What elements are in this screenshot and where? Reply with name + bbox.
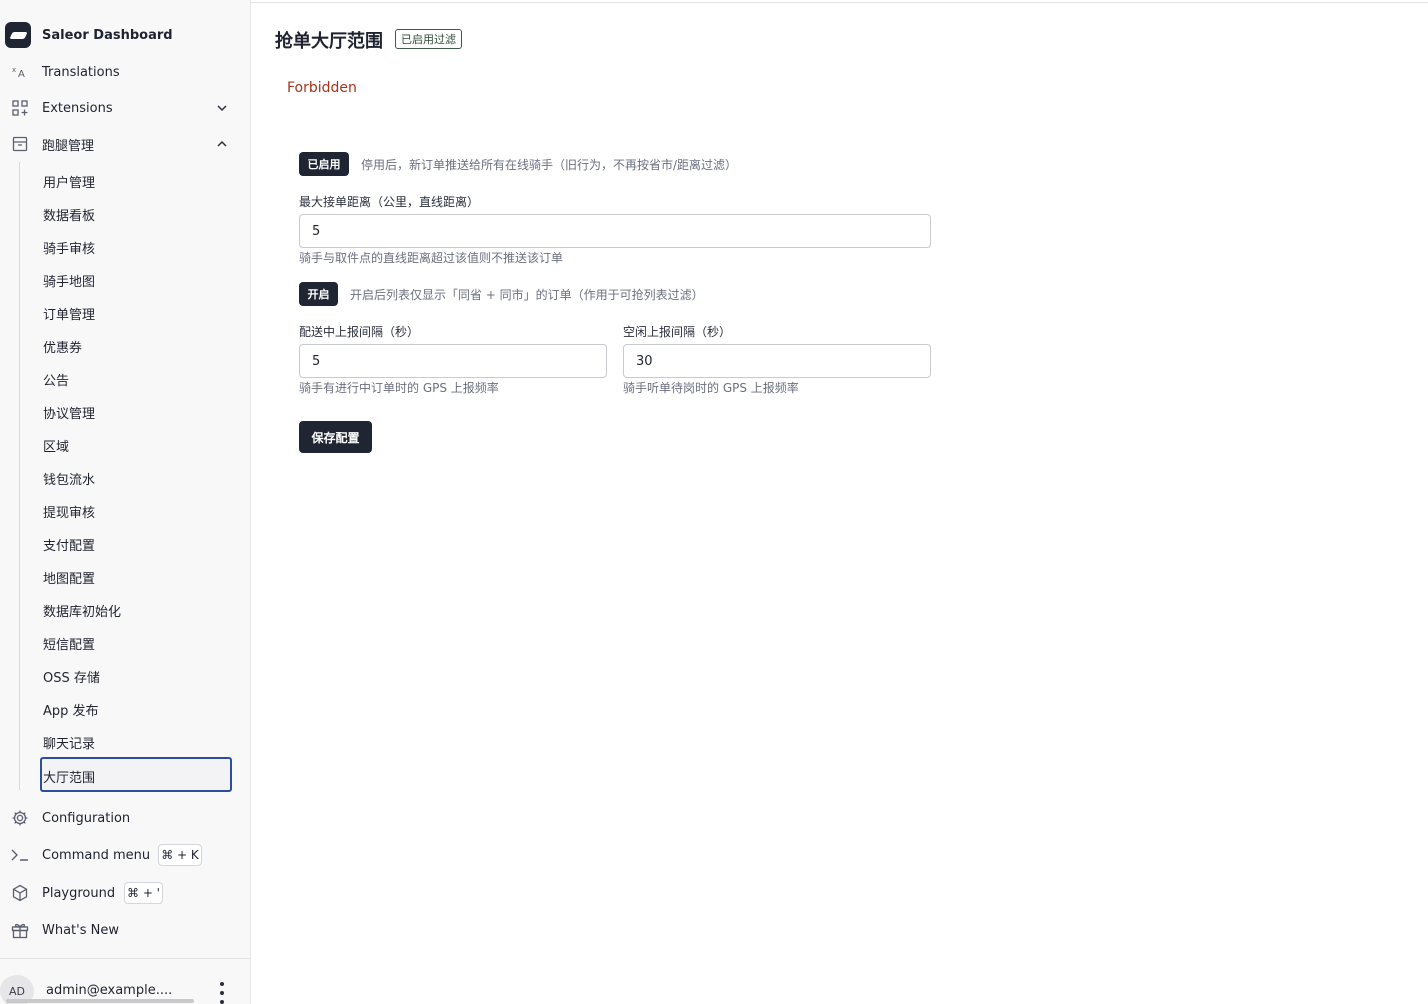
sidebar-subitem[interactable]: 优惠券 xyxy=(43,337,82,356)
same-city-toggle-button[interactable]: 开启 xyxy=(299,282,338,306)
user-email: admin@example.... xyxy=(46,983,173,998)
max-distance-label: 最大接单距离（公里，直线距离） xyxy=(299,195,480,209)
max-distance-help: 骑手与取件点的直线距离超过该值则不推送该订单 xyxy=(299,251,564,265)
sidebar-item-label: Translations xyxy=(42,64,120,80)
delivery-interval-label: 配送中上报间隔（秒） xyxy=(299,325,420,339)
delivery-interval-input[interactable] xyxy=(299,344,607,378)
sidebar-item-command-menu[interactable]: Command menu xyxy=(0,840,250,870)
delivery-interval-help: 骑手有进行中订单时的 GPS 上报频率 xyxy=(299,381,499,395)
save-button[interactable]: 保存配置 xyxy=(299,421,372,453)
sidebar-item-configuration[interactable]: Configuration xyxy=(0,803,250,833)
shortcut-badge: ⌘ + ' xyxy=(124,882,163,904)
chevron-down-icon[interactable] xyxy=(214,100,230,116)
page-title: 抢单大厅范围 xyxy=(275,31,383,52)
chevron-up-icon[interactable] xyxy=(214,136,230,152)
sidebar-subitem-active-label: 大厅范围 xyxy=(43,771,96,786)
more-vertical-icon[interactable] xyxy=(216,982,228,1004)
saleor-logo-icon xyxy=(5,22,31,48)
sidebar-subitem[interactable]: 数据看板 xyxy=(43,205,95,224)
brand-label: Saleor Dashboard xyxy=(42,27,173,43)
sidebar-subitem[interactable]: 区域 xyxy=(43,436,69,455)
sidebar-item-label: 跑腿管理 xyxy=(42,138,95,154)
sidebar-subitem[interactable]: 订单管理 xyxy=(43,304,95,323)
sidebar-subitem[interactable]: 协议管理 xyxy=(43,403,95,422)
sidebar-scrollbar[interactable] xyxy=(6,999,194,1003)
sidebar-brand[interactable]: Saleor Dashboard xyxy=(0,20,250,50)
sidebar-subitem[interactable]: 支付配置 xyxy=(43,535,95,554)
sidebar-item-label: Command menu xyxy=(42,847,151,863)
sidebar-subitem[interactable]: 用户管理 xyxy=(43,172,95,191)
sidebar-subitem[interactable]: 骑手审核 xyxy=(43,238,95,257)
filter-toggle-hint: 停用后，新订单推送给所有在线骑手（旧行为，不再按省市/距离过滤） xyxy=(361,158,738,172)
sidebar-divider xyxy=(0,958,250,959)
sidebar-subitem[interactable]: App 发布 xyxy=(43,700,99,719)
grid-plus-icon xyxy=(10,98,30,118)
sidebar-item-whats-new[interactable]: What's New xyxy=(0,915,250,945)
sidebar-subitem-active[interactable]: 大厅范围 xyxy=(40,757,232,792)
top-border xyxy=(251,2,1428,3)
sidebar-subitem[interactable]: 钱包流水 xyxy=(43,469,95,488)
status-badge: 已启用过滤 xyxy=(395,29,462,49)
sidebar-item-label: Extensions xyxy=(42,100,113,116)
idle-interval-help: 骑手听单待岗时的 GPS 上报频率 xyxy=(623,381,799,395)
translate-icon: xA xyxy=(10,62,30,82)
max-distance-input[interactable] xyxy=(299,214,931,248)
sidebar-item-label: What's New xyxy=(42,922,119,938)
sidebar-item-extensions[interactable]: Extensions xyxy=(0,93,250,123)
submenu-guide-line xyxy=(19,162,20,790)
svg-text:x: x xyxy=(12,66,16,74)
sidebar-subitem[interactable]: 提现审核 xyxy=(43,502,95,521)
sidebar-subitem[interactable]: 公告 xyxy=(43,370,69,389)
same-city-toggle-hint: 开启后列表仅显示「同省 + 同市」的订单（作用于可抢列表过滤） xyxy=(350,288,704,302)
sidebar-subitem[interactable]: 骑手地图 xyxy=(43,271,95,290)
gear-icon xyxy=(10,808,30,828)
idle-interval-label: 空闲上报间隔（秒） xyxy=(623,325,732,339)
sidebar-subitem[interactable]: 短信配置 xyxy=(43,634,95,653)
idle-interval-input[interactable] xyxy=(623,344,931,378)
sidebar: Saleor Dashboard xA Translations Extensi… xyxy=(0,0,251,1004)
sidebar-item-label: Playground xyxy=(42,885,116,901)
terminal-icon xyxy=(10,845,30,865)
shortcut-badge: ⌘ + K xyxy=(158,844,202,866)
archive-icon xyxy=(10,134,30,154)
error-message: Forbidden xyxy=(287,80,357,96)
sidebar-subitem[interactable]: 地图配置 xyxy=(43,568,95,587)
sidebar-subitem[interactable]: OSS 存储 xyxy=(43,667,100,686)
sidebar-item-translations[interactable]: xA Translations xyxy=(0,57,250,87)
sidebar-item-errands[interactable]: 跑腿管理 xyxy=(0,129,250,159)
sidebar-subitem[interactable]: 聊天记录 xyxy=(43,733,95,752)
gift-icon xyxy=(10,920,30,940)
svg-text:A: A xyxy=(18,69,25,79)
filter-toggle-button[interactable]: 已启用 xyxy=(299,152,349,176)
cube-icon xyxy=(10,883,30,903)
sidebar-item-label: Configuration xyxy=(42,810,131,826)
sidebar-subitem[interactable]: 数据库初始化 xyxy=(43,601,121,620)
